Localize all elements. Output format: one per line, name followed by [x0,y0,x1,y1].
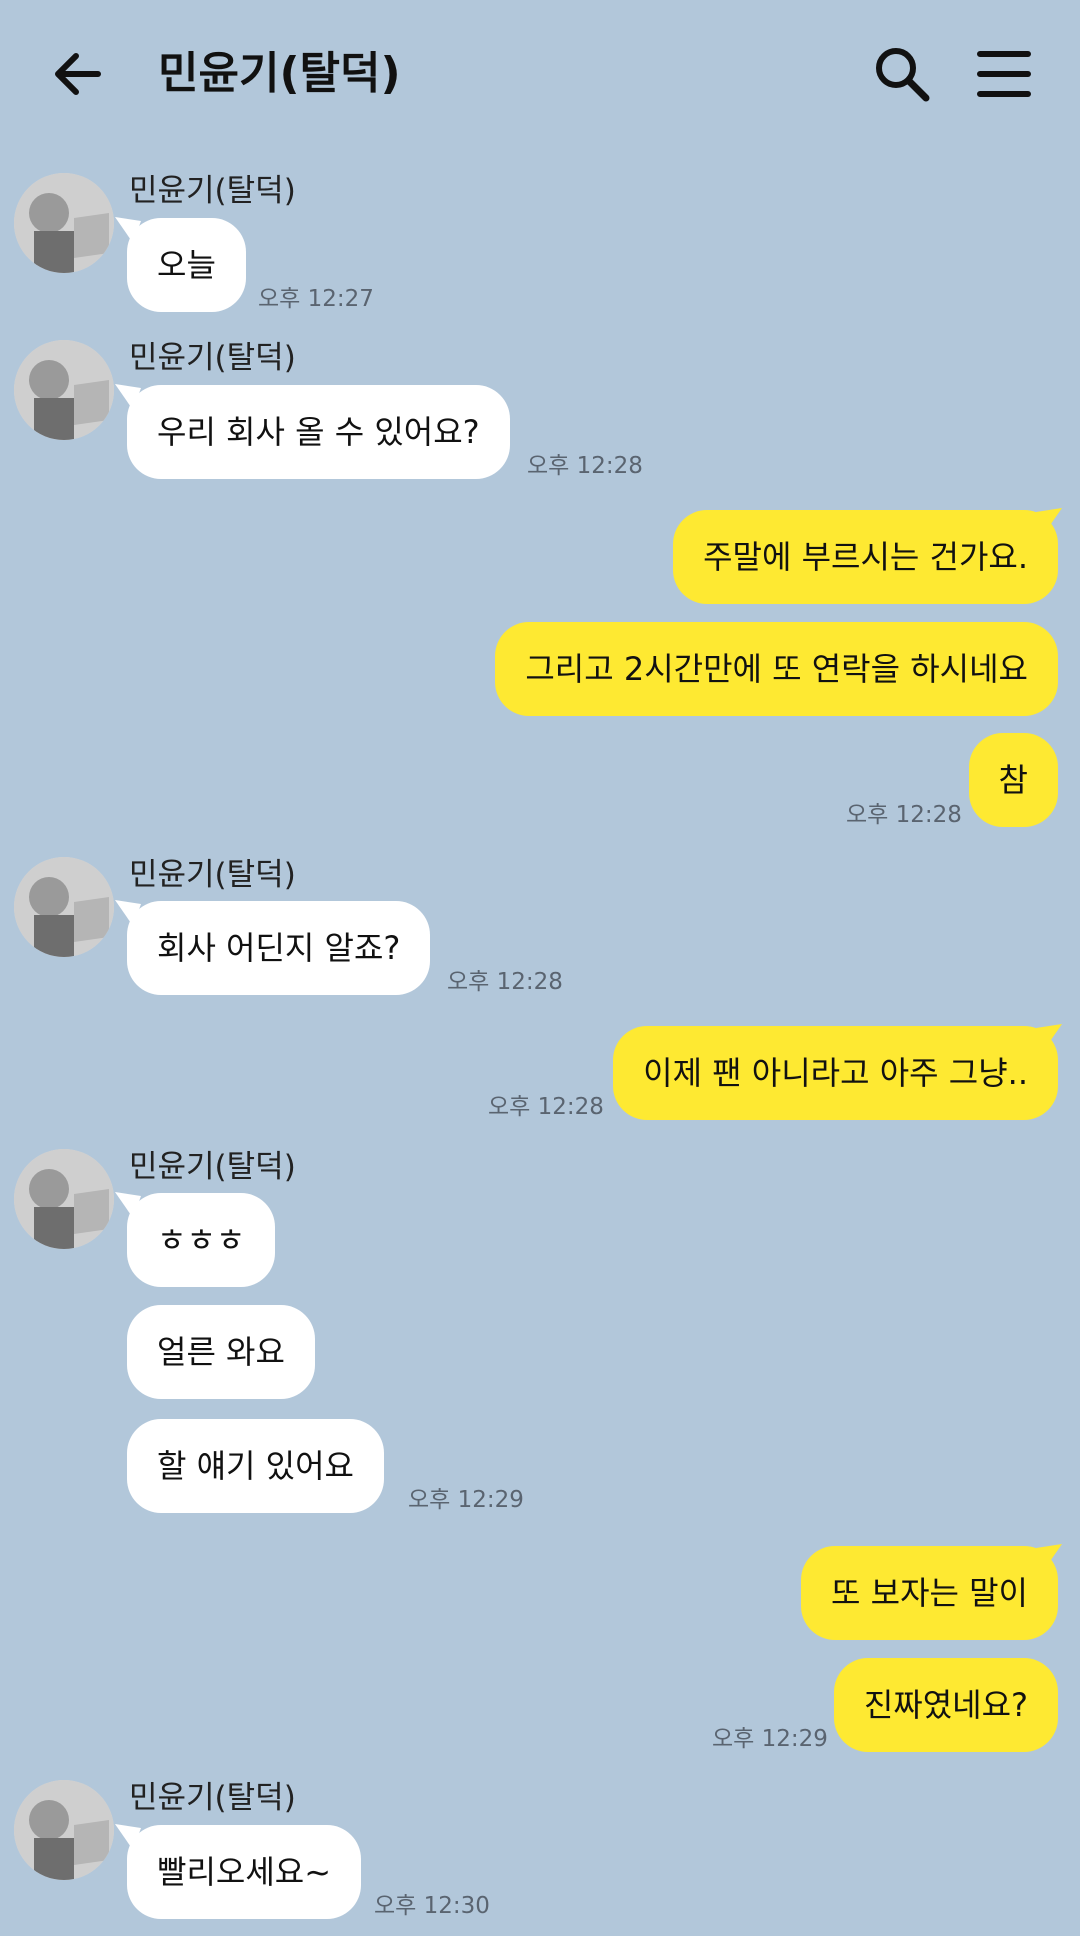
message-time: 오후 12:27 [258,286,374,312]
avatar[interactable] [14,340,114,440]
message-time: 오후 12:29 [712,1726,828,1752]
avatar[interactable] [14,173,114,273]
message-bubble-incoming[interactable]: 빨리오세요~ [127,1825,362,1919]
message-bubble-outgoing[interactable]: 이제 팬 아니라고 아주 그냥.. [613,1026,1058,1120]
message-time: 오후 12:30 [374,1893,490,1919]
message-bubble-outgoing[interactable]: 또 보자는 말이 [801,1546,1058,1640]
message-bubble-outgoing[interactable]: 진짜였네요? [833,1658,1058,1752]
chat-title: 민윤기(탈덕) [158,48,401,99]
message-time: 오후 12:28 [488,1094,604,1120]
sender-name: 민윤기(탈덕) [129,1149,296,1185]
message-time: 오후 12:28 [846,802,962,828]
message-bubble-incoming[interactable]: 할 얘기 있어요 [127,1419,384,1513]
message-bubble-incoming[interactable]: 우리 회사 올 수 있어요? [127,385,510,479]
message-bubble-incoming[interactable]: 오늘 [127,218,246,312]
menu-icon[interactable] [976,46,1032,102]
avatar[interactable] [14,1780,114,1880]
message-bubble-outgoing[interactable]: 그리고 2시간만에 또 연락을 하시네요 [495,622,1058,716]
back-arrow-icon[interactable] [48,44,108,104]
message-bubble-outgoing[interactable]: 주말에 부르시는 건가요. [673,510,1058,604]
sender-name: 민윤기(탈덕) [129,857,296,893]
message-bubble-outgoing[interactable]: 참 [968,733,1058,827]
avatar[interactable] [14,857,114,957]
message-time: 오후 12:28 [527,453,643,479]
sender-name: 민윤기(탈덕) [129,340,296,376]
message-bubble-incoming[interactable]: 회사 어딘지 알죠? [127,901,431,995]
sender-name: 민윤기(탈덕) [129,173,296,209]
message-time: 오후 12:29 [408,1487,524,1513]
message-bubble-incoming[interactable]: 얼른 와요 [127,1305,315,1399]
avatar[interactable] [14,1149,114,1249]
message-time: 오후 12:28 [447,969,563,995]
sender-name: 민윤기(탈덕) [129,1780,296,1816]
message-bubble-incoming[interactable]: ㅎㅎㅎ [127,1193,276,1287]
chat-header: 민윤기(탈덕) [0,0,1080,150]
search-icon[interactable] [872,44,932,104]
